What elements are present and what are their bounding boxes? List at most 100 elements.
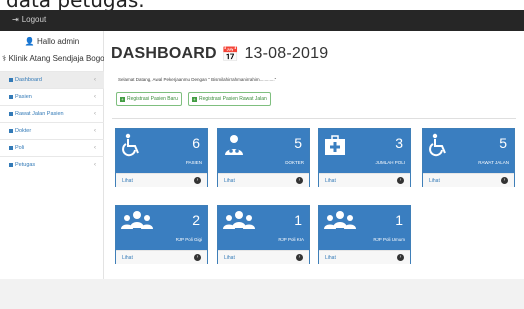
sign-out-icon: ⇥: [12, 15, 19, 24]
card-footer[interactable]: Lihat ›: [218, 250, 309, 264]
clinic-name: ⚕ Klinik Atang Sendjaja Bogor: [2, 54, 112, 63]
rawat-jalan-icon: [9, 112, 13, 116]
user-icon: 👤: [24, 37, 35, 46]
stat-card-dokter: 5 DOKTER Lihat ›: [217, 128, 310, 187]
card-header: 2 RJP Poli Gigi: [116, 206, 207, 250]
sidebar-nav: Dashboard ‹ Pasien ‹ Rawat Jalan Pasien …: [0, 71, 104, 173]
sidebar-item-petugas[interactable]: Petugas ‹: [0, 156, 104, 173]
card-label: RAWAT JALAN: [478, 160, 509, 165]
arrow-circle-right-icon[interactable]: ›: [397, 177, 404, 184]
divider: [112, 118, 516, 119]
page-title-text: DASHBOARD: [111, 45, 217, 62]
users-icon: [324, 211, 356, 229]
card-label: RJP Poli KIA: [278, 237, 304, 242]
sidebar-item-label: Petugas: [15, 162, 36, 168]
view-link[interactable]: Lihat: [325, 255, 336, 261]
chevron-left-icon: ‹: [94, 162, 96, 168]
main-content: DASHBOARD 📅 13-08-2019 Selamat Datang, A…: [104, 31, 524, 279]
card-footer[interactable]: Lihat ›: [319, 250, 410, 264]
card-count: 5: [499, 135, 507, 151]
card-label: JUMLAH POLI: [375, 160, 405, 165]
card-header: 3 JUMLAH POLI: [319, 129, 410, 173]
petugas-icon: [9, 163, 13, 167]
sidebar-item-label: Pasien: [15, 94, 32, 100]
view-link[interactable]: Lihat: [429, 178, 440, 184]
card-footer[interactable]: Lihat ›: [116, 173, 207, 187]
top-navbar: ⇥ Logout: [0, 10, 524, 31]
welcome-message: Selamat Datang, Awal Pekerjaanmu Dengan …: [118, 77, 277, 82]
dashboard-icon: [9, 78, 13, 82]
arrow-circle-right-icon[interactable]: ›: [397, 254, 404, 261]
sidebar-item-pasien[interactable]: Pasien ‹: [0, 88, 104, 105]
card-label: RJP Poli Gigi: [175, 237, 202, 242]
greeting-text: Hallo admin: [36, 37, 80, 46]
stat-card-rjp-poli-kia: 1 RJP Poli KIA Lihat ›: [217, 205, 310, 264]
page-date: 13-08-2019: [244, 45, 329, 62]
sidebar: 👤 Hallo admin ⚕ Klinik Atang Sendjaja Bo…: [0, 31, 107, 279]
cropped-caption: data petugas.: [0, 0, 524, 10]
register-outpatient-button[interactable]: + Registrasi Pasien Rawat Jalan: [188, 92, 271, 106]
card-header: 1 RJP Poli Umum: [319, 206, 410, 250]
stat-card-rjp-poli-gigi: 2 RJP Poli Gigi Lihat ›: [115, 205, 208, 264]
user-greeting: 👤 Hallo admin: [0, 37, 104, 46]
card-footer[interactable]: Lihat ›: [218, 173, 309, 187]
card-header: 6 PASIEN: [116, 129, 207, 173]
chevron-left-icon: ‹: [94, 77, 96, 83]
card-label: DOKTER: [285, 160, 304, 165]
stat-card-pasien: 6 PASIEN Lihat ›: [115, 128, 208, 187]
view-link[interactable]: Lihat: [325, 178, 336, 184]
dokter-icon: [9, 129, 13, 133]
card-header: 1 RJP Poli KIA: [218, 206, 309, 250]
logout-label: Logout: [21, 15, 47, 24]
card-count: 1: [294, 212, 302, 228]
card-count: 3: [395, 135, 403, 151]
pasien-icon: [9, 95, 13, 99]
clinic-name-text: Klinik Atang Sendjaja Bogor: [8, 54, 108, 63]
sidebar-item-label: Rawat Jalan Pasien: [15, 111, 64, 117]
page-title: DASHBOARD 📅 13-08-2019: [111, 45, 328, 63]
arrow-circle-right-icon[interactable]: ›: [296, 177, 303, 184]
wheelchair-icon: [122, 133, 139, 157]
stat-card-rawat-jalan: 5 RAWAT JALAN Lihat ›: [422, 128, 515, 187]
register-new-patient-button[interactable]: + Registrasi Pasien Baru: [116, 92, 182, 106]
wheelchair-icon: [429, 133, 446, 157]
card-label: RJP Poli Umum: [373, 237, 405, 242]
sidebar-item-poli[interactable]: Poli ‹: [0, 139, 104, 156]
logout-link[interactable]: ⇥ Logout: [12, 15, 46, 24]
view-link[interactable]: Lihat: [224, 178, 235, 184]
sidebar-item-label: Dokter: [15, 128, 32, 134]
plus-icon: +: [120, 96, 125, 102]
sidebar-item-label: Dashboard: [15, 77, 42, 83]
arrow-circle-right-icon[interactable]: ›: [194, 177, 201, 184]
plus-icon: +: [192, 96, 197, 102]
card-footer[interactable]: Lihat ›: [319, 173, 410, 187]
card-footer[interactable]: Lihat ›: [423, 173, 514, 187]
chevron-left-icon: ‹: [94, 128, 96, 134]
card-header: 5 RAWAT JALAN: [423, 129, 514, 173]
chevron-left-icon: ‹: [94, 145, 96, 151]
users-icon: [223, 211, 255, 229]
card-footer[interactable]: Lihat ›: [116, 250, 207, 264]
view-link[interactable]: Lihat: [122, 178, 133, 184]
button-label: Registrasi Pasien Rawat Jalan: [199, 96, 267, 102]
view-link[interactable]: Lihat: [224, 255, 235, 261]
medkit-icon: [325, 135, 345, 155]
chevron-left-icon: ‹: [94, 94, 96, 100]
clinic-icon: ⚕: [2, 54, 7, 63]
arrow-circle-right-icon[interactable]: ›: [194, 254, 201, 261]
card-header: 5 DOKTER: [218, 129, 309, 173]
chevron-left-icon: ‹: [94, 111, 96, 117]
stat-card-poli: 3 JUMLAH POLI Lihat ›: [318, 128, 411, 187]
page-footer: [0, 279, 524, 309]
calendar-icon: 📅: [221, 45, 240, 62]
arrow-circle-right-icon[interactable]: ›: [296, 254, 303, 261]
users-icon: [121, 211, 153, 229]
view-link[interactable]: Lihat: [122, 255, 133, 261]
card-count: 5: [294, 135, 302, 151]
sidebar-item-dashboard[interactable]: Dashboard ‹: [0, 71, 104, 88]
sidebar-item-rawat-jalan[interactable]: Rawat Jalan Pasien ‹: [0, 105, 104, 122]
card-count: 1: [395, 212, 403, 228]
sidebar-item-dokter[interactable]: Dokter ‹: [0, 122, 104, 139]
arrow-circle-right-icon[interactable]: ›: [501, 177, 508, 184]
card-count: 6: [192, 135, 200, 151]
